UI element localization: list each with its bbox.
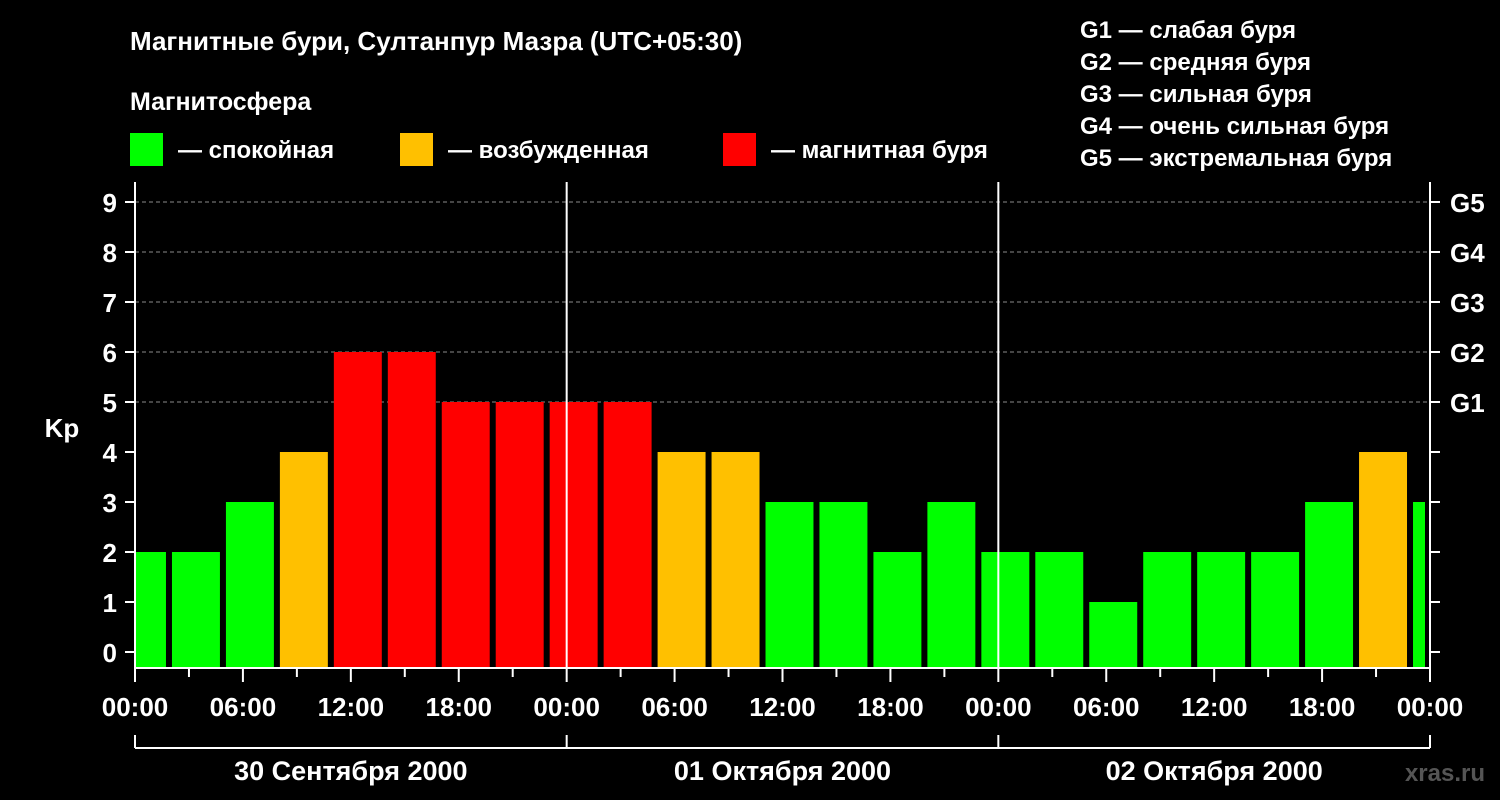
kp-bar-7 [495, 402, 544, 668]
y-tick-label-7: 7 [103, 288, 117, 318]
x-tick-label-8: 00:00 [965, 692, 1032, 722]
storm-scale-g4: G4 — очень сильная буря [1080, 113, 1389, 140]
y-tick-label-8: 8 [103, 238, 117, 268]
legend-label-excited: — возбужденная [448, 137, 649, 164]
day-label-1: 01 Октября 2000 [674, 756, 891, 786]
x-tick-label-6: 12:00 [749, 692, 816, 722]
kp-bar-22 [1305, 502, 1354, 668]
kp-bar-6 [441, 402, 490, 668]
storm-scale-g2: G2 — средняя буря [1080, 49, 1311, 76]
y-tick-label-3: 3 [103, 488, 117, 518]
storm-scale-g5: G5 — экстремальная буря [1080, 145, 1392, 172]
kp-bar-24 [1413, 502, 1425, 668]
kp-chart: Магнитные бури, Султанпур Мазра (UTC+05:… [0, 0, 1500, 800]
x-tick-label-5: 06:00 [641, 692, 708, 722]
kp-bar-4 [333, 352, 382, 668]
kp-bar-11 [711, 452, 760, 668]
right-tick-label-g3: G3 [1450, 288, 1485, 318]
kp-bar-23 [1359, 452, 1408, 668]
x-tick-label-3: 18:00 [426, 692, 493, 722]
kp-bar-21 [1251, 552, 1300, 668]
legend-label-storm: — магнитная буря [771, 137, 988, 164]
kp-bar-0 [136, 552, 166, 668]
y-tick-label-4: 4 [103, 438, 118, 468]
legend-swatch-excited [400, 133, 433, 166]
legend-label-calm: — спокойная [178, 137, 334, 164]
right-tick-label-g2: G2 [1450, 338, 1485, 368]
kp-bar-10 [657, 452, 706, 668]
right-tick-label-g1: G1 [1450, 388, 1485, 418]
x-tick-label-7: 18:00 [857, 692, 924, 722]
x-tick-label-11: 18:00 [1289, 692, 1356, 722]
kp-bar-9 [603, 402, 652, 668]
x-tick-label-10: 12:00 [1181, 692, 1248, 722]
right-tick-label-g5: G5 [1450, 188, 1485, 218]
legend: — спокойная — возбужденная — магнитная б… [130, 133, 988, 166]
kp-bar-14 [873, 552, 922, 668]
y-tick-label-9: 9 [103, 188, 117, 218]
storm-scale-g3: G3 — сильная буря [1080, 81, 1312, 108]
kp-bar-16 [981, 552, 1030, 668]
kp-bar-13 [819, 502, 868, 668]
y-tick-label-5: 5 [103, 388, 117, 418]
x-tick-label-4: 00:00 [533, 692, 600, 722]
kp-bar-12 [765, 502, 814, 668]
day-label-0: 30 Сентября 2000 [234, 756, 467, 786]
kp-bar-5 [387, 352, 436, 668]
day-label-2: 02 Октября 2000 [1106, 756, 1323, 786]
kp-bar-20 [1197, 552, 1246, 668]
watermark: xras.ru [1405, 760, 1485, 787]
legend-swatch-calm [130, 133, 163, 166]
kp-bar-15 [927, 502, 976, 668]
kp-bar-17 [1035, 552, 1084, 668]
x-tick-label-1: 06:00 [210, 692, 277, 722]
x-tick-label-2: 12:00 [318, 692, 385, 722]
storm-scale-g1: G1 — слабая буря [1080, 17, 1296, 44]
right-tick-label-g4: G4 [1450, 238, 1485, 268]
y-tick-label-0: 0 [103, 638, 117, 668]
y-axis-label: Kp [45, 413, 80, 443]
x-tick-label-12: 00:00 [1397, 692, 1464, 722]
legend-title: Магнитосфера [130, 88, 312, 116]
y-tick-label-2: 2 [103, 538, 117, 568]
kp-bar-3 [279, 452, 328, 668]
kp-bar-18 [1089, 602, 1138, 668]
y-tick-label-1: 1 [103, 588, 117, 618]
x-tick-label-0: 00:00 [102, 692, 169, 722]
kp-bar-2 [225, 502, 274, 668]
chart-title: Магнитные бури, Султанпур Мазра (UTC+05:… [130, 26, 742, 56]
legend-swatch-storm [723, 133, 756, 166]
y-tick-label-6: 6 [103, 338, 117, 368]
x-tick-label-9: 06:00 [1073, 692, 1140, 722]
kp-bar-19 [1143, 552, 1192, 668]
kp-bar-8 [549, 402, 598, 668]
kp-bar-1 [171, 552, 220, 668]
